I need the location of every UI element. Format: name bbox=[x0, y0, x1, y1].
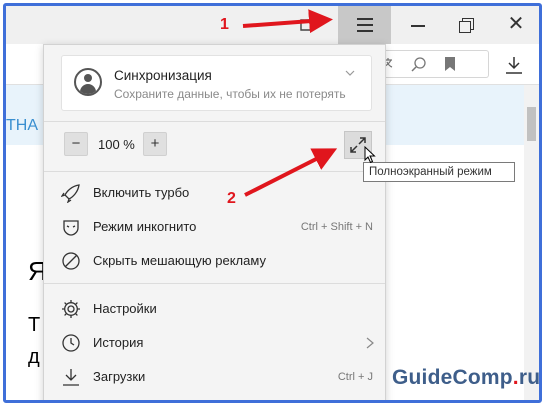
menu-item-downloads[interactable]: Загрузки Ctrl + J bbox=[44, 360, 385, 394]
divider bbox=[44, 283, 385, 284]
close-button[interactable]: ✕ bbox=[492, 6, 539, 44]
page-text-fragment: д bbox=[28, 346, 40, 368]
title-bar: ✕ bbox=[6, 6, 539, 44]
page-header-text: ТНА bbox=[6, 117, 38, 134]
mouse-cursor-icon bbox=[364, 146, 376, 164]
zoom-in-button[interactable]: + bbox=[143, 132, 167, 156]
restore-button[interactable] bbox=[442, 6, 490, 44]
turbo-rocket-icon bbox=[61, 184, 80, 203]
menu-item-shortcut: Ctrl + Shift + N bbox=[300, 221, 373, 233]
address-bar[interactable] bbox=[378, 50, 489, 78]
incognito-mask-icon bbox=[63, 220, 79, 236]
scrollbar[interactable] bbox=[524, 85, 539, 400]
chevron-down-icon[interactable] bbox=[345, 68, 355, 78]
annotation-label-2: 2 bbox=[227, 190, 236, 207]
sync-title: Синхронизация bbox=[114, 68, 212, 83]
clock-icon bbox=[62, 334, 80, 352]
zoom-level: 100 % bbox=[98, 137, 135, 152]
restore-icon bbox=[459, 21, 471, 33]
sync-subtitle: Сохраните данные, чтобы их не потерять bbox=[114, 87, 346, 101]
avatar-icon bbox=[74, 68, 102, 96]
menu-item-label: Скрыть мешающую рекламу bbox=[93, 253, 266, 268]
menu-item-history[interactable]: История bbox=[44, 326, 385, 360]
browser-menu: Синхронизация Сохраните данные, чтобы их… bbox=[43, 44, 386, 400]
divider bbox=[44, 171, 385, 172]
sync-card[interactable]: Синхронизация Сохраните данные, чтобы их… bbox=[61, 55, 372, 111]
menu-item-block-ads[interactable]: Скрыть мешающую рекламу bbox=[44, 244, 385, 278]
watermark: GuideComp.ru bbox=[392, 366, 540, 390]
menu-item-incognito[interactable]: Режим инкогнито Ctrl + Shift + N bbox=[44, 210, 385, 244]
menu-item-label: Режим инкогнито bbox=[93, 219, 197, 234]
minimize-button[interactable] bbox=[393, 6, 441, 44]
protect-icon[interactable] bbox=[299, 18, 313, 32]
scroll-thumb[interactable] bbox=[527, 107, 536, 141]
block-ads-icon bbox=[62, 252, 80, 270]
menu-item-turbo[interactable]: Включить турбо bbox=[44, 176, 385, 210]
browser-window: ✕ ТНА Я Т д Синхронизация Сохраните данн… bbox=[3, 3, 542, 403]
menu-item-label: Включить турбо bbox=[93, 185, 190, 200]
menu-item-label: Загрузки bbox=[93, 369, 146, 384]
zoom-out-button[interactable]: − bbox=[64, 132, 88, 156]
menu-item-label: История bbox=[93, 335, 144, 350]
menu-item-label: Настройки bbox=[93, 301, 157, 316]
annotation-label-1: 1 bbox=[220, 16, 229, 33]
watermark-name: GuideComp bbox=[392, 366, 513, 389]
search-page-icon[interactable] bbox=[411, 56, 427, 72]
bookmark-icon[interactable] bbox=[444, 56, 456, 72]
gear-icon bbox=[62, 300, 80, 318]
page-text-fragment: Т bbox=[28, 314, 41, 336]
downloads-icon[interactable] bbox=[505, 56, 523, 74]
divider bbox=[44, 121, 385, 122]
fullscreen-tooltip: Полноэкранный режим bbox=[363, 162, 515, 182]
menu-item-shortcut: Ctrl + J bbox=[337, 371, 373, 383]
hamburger-icon bbox=[357, 18, 373, 20]
chevron-right-icon bbox=[366, 337, 374, 349]
download-icon bbox=[63, 369, 79, 386]
menu-button[interactable] bbox=[338, 6, 391, 44]
menu-item-settings[interactable]: Настройки bbox=[44, 292, 385, 326]
watermark-tld: ru bbox=[518, 366, 541, 389]
